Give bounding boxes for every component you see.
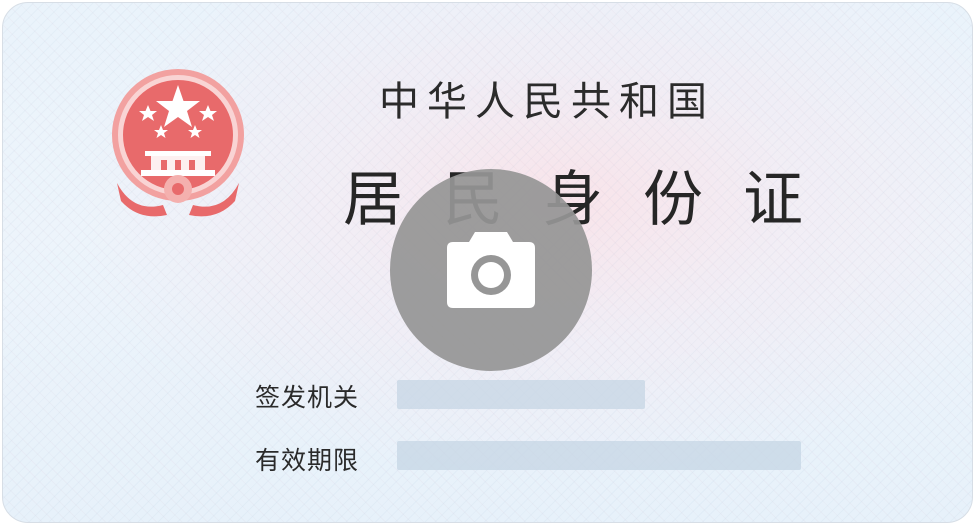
id-card-back: 中华人民共和国 居民身份证 签发机关 有效期限 bbox=[2, 2, 973, 523]
country-title: 中华人民共和国 bbox=[379, 79, 715, 125]
validity-value-redacted bbox=[397, 441, 801, 470]
issuer-label: 签发机关 bbox=[255, 383, 360, 412]
national-emblem-icon bbox=[112, 69, 244, 217]
take-photo-button[interactable] bbox=[390, 169, 592, 371]
issuer-value-redacted bbox=[397, 380, 645, 409]
validity-label: 有效期限 bbox=[255, 446, 360, 475]
camera-icon bbox=[447, 232, 535, 308]
